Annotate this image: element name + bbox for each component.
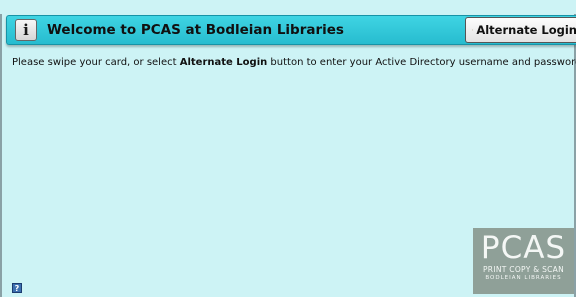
key-icon [472,29,474,31]
page-title: Welcome to PCAS at Bodleian Libraries [47,22,344,38]
header-bar: i Welcome to PCAS at Bodleian Libraries … [6,15,576,45]
alternate-login-label: Alternate Login [476,23,576,37]
help-icon[interactable]: ? [12,283,22,293]
instruction-text: Please swipe your card, or select Altern… [12,57,576,68]
top-strip [0,0,576,14]
logo-subtitle: PRINT COPY & SCAN [482,265,565,274]
instruction-prefix: Please swipe your card, or select [12,57,180,68]
logo-title: PCAS [480,230,567,266]
pcas-logo: PCAS PRINT COPY & SCAN BODLEIAN LIBRARIE… [473,228,574,294]
info-icon: i [23,21,29,39]
info-button[interactable]: i [15,19,37,41]
alternate-login-button[interactable]: Alternate Login [465,17,576,43]
instruction-emphasis: Alternate Login [179,57,268,68]
logo-org: BODLEIAN LIBRARIES [485,275,562,281]
instruction-suffix: button to enter your Active Directory us… [267,57,576,68]
